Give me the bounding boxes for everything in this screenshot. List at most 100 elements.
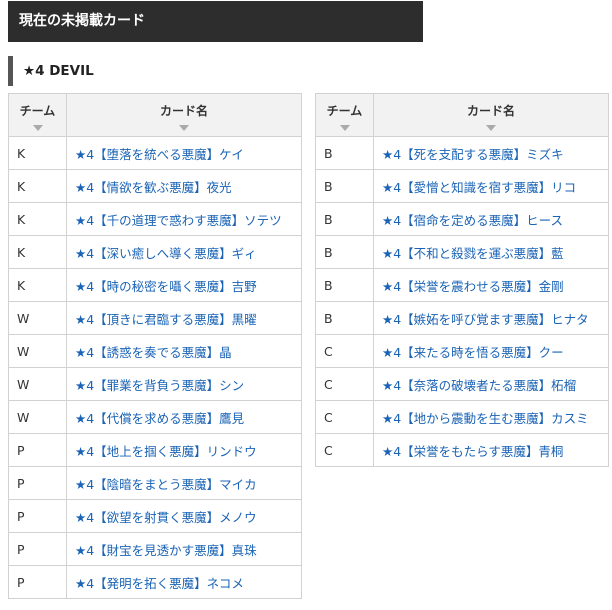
card-name-cell: ★4【不和と殺戮を運ぶ悪魔】藍	[373, 235, 609, 269]
team-cell: K	[8, 202, 67, 236]
card-link[interactable]: ★4【発明を拓く悪魔】ネコメ	[75, 576, 244, 591]
team-cell: C	[315, 400, 374, 434]
table-row: P ★4【欲望を射貫く悪魔】メノウ	[8, 499, 302, 533]
team-cell: K	[8, 136, 67, 170]
card-link[interactable]: ★4【時の秘密を囁く悪魔】吉野	[75, 279, 257, 294]
card-name-cell: ★4【栄誉を震わせる悪魔】金剛	[373, 268, 609, 302]
table-header-row: チーム カード名	[315, 93, 609, 137]
card-link[interactable]: ★4【来たる時を悟る悪魔】クー	[382, 345, 564, 360]
sort-arrow-down-icon[interactable]	[486, 125, 496, 131]
team-cell: P	[8, 433, 67, 467]
team-cell: W	[8, 334, 67, 368]
table-row: B ★4【愛憎と知識を宿す悪魔】リコ	[315, 169, 609, 203]
section-heading: ★4 DEVIL	[8, 56, 94, 86]
sort-arrow-down-icon[interactable]	[32, 125, 43, 131]
sort-arrow-down-icon[interactable]	[179, 125, 189, 131]
table-row: B ★4【嫉妬を呼び覚ます悪魔】ヒナタ	[315, 301, 609, 335]
card-link[interactable]: ★4【財宝を見透かす悪魔】真珠	[75, 543, 257, 558]
card-name-cell: ★4【地上を掴く悪魔】リンドウ	[66, 433, 302, 467]
card-table-left: チーム カード名 K ★4【堕落を統べる悪魔】ケイ K ★4【情欲を歓ぶ悪魔】夜光 K ★…	[8, 93, 302, 599]
table-row: K ★4【情欲を歓ぶ悪魔】夜光	[8, 169, 302, 203]
table-row: W ★4【頂きに君臨する悪魔】黒曜	[8, 301, 302, 335]
team-cell: P	[8, 499, 67, 533]
table-row: P ★4【地上を掴く悪魔】リンドウ	[8, 433, 302, 467]
card-link[interactable]: ★4【欲望を射貫く悪魔】メノウ	[75, 510, 257, 525]
card-link[interactable]: ★4【不和と殺戮を運ぶ悪魔】藍	[382, 246, 564, 261]
card-name-cell: ★4【時の秘密を囁く悪魔】吉野	[66, 268, 302, 302]
card-link[interactable]: ★4【深い癒しへ導く悪魔】ギィ	[75, 246, 257, 261]
team-cell: W	[8, 400, 67, 434]
team-cell: P	[8, 565, 67, 599]
card-link[interactable]: ★4【死を支配する悪魔】ミズキ	[382, 147, 564, 162]
team-column-header[interactable]: チーム	[315, 93, 374, 137]
team-cell: B	[315, 235, 374, 269]
team-column-header[interactable]: チーム	[8, 93, 67, 137]
table-row: W ★4【誘惑を奏でる悪魔】晶	[8, 334, 302, 368]
table-row: B ★4【不和と殺戮を運ぶ悪魔】藍	[315, 235, 609, 269]
team-cell: B	[315, 136, 374, 170]
card-name-cell: ★4【頂きに君臨する悪魔】黒曜	[66, 301, 302, 335]
table-row: P ★4【発明を拓く悪魔】ネコメ	[8, 565, 302, 599]
card-name-column-label: カード名	[159, 104, 208, 118]
card-link[interactable]: ★4【栄誉を震わせる悪魔】金剛	[382, 279, 564, 294]
card-name-cell: ★4【発明を拓く悪魔】ネコメ	[66, 565, 302, 599]
table-row: W ★4【罪業を背負う悪魔】シン	[8, 367, 302, 401]
card-link[interactable]: ★4【千の道理で惑わす悪魔】ソテツ	[75, 213, 282, 228]
card-link[interactable]: ★4【地から震動を生む悪魔】カスミ	[382, 411, 589, 426]
team-cell: P	[8, 466, 67, 500]
team-column-label: チーム	[19, 104, 56, 118]
table-header-row: チーム カード名	[8, 93, 302, 137]
card-link[interactable]: ★4【情欲を歓ぶ悪魔】夜光	[75, 180, 232, 195]
card-link[interactable]: ★4【頂きに君臨する悪魔】黒曜	[75, 312, 257, 327]
card-name-cell: ★4【来たる時を悟る悪魔】クー	[373, 334, 609, 368]
card-table-left-body: K ★4【堕落を統べる悪魔】ケイ K ★4【情欲を歓ぶ悪魔】夜光 K ★4【千の道理で惑わ…	[8, 136, 302, 599]
team-cell: B	[315, 169, 374, 203]
card-link[interactable]: ★4【罪業を背負う悪魔】シン	[75, 378, 244, 393]
table-row: W ★4【代償を求める悪魔】鷹見	[8, 400, 302, 434]
card-name-cell: ★4【栄誉をもたらす悪魔】青桐	[373, 433, 609, 467]
team-cell: K	[8, 235, 67, 269]
card-link[interactable]: ★4【陰暗をまとう悪魔】マイカ	[75, 477, 257, 492]
card-name-cell: ★4【堕落を統べる悪魔】ケイ	[66, 136, 302, 170]
card-link[interactable]: ★4【宿命を定める悪魔】ヒース	[382, 213, 563, 228]
table-row: K ★4【時の秘密を囁く悪魔】吉野	[8, 268, 302, 302]
card-name-cell: ★4【罪業を背負う悪魔】シン	[66, 367, 302, 401]
card-link[interactable]: ★4【愛憎と知識を宿す悪魔】リコ	[382, 180, 576, 195]
card-name-column-header[interactable]: カード名	[66, 93, 302, 137]
table-row: C ★4【地から震動を生む悪魔】カスミ	[315, 400, 609, 434]
team-cell: C	[315, 334, 374, 368]
table-row: C ★4【来たる時を悟る悪魔】クー	[315, 334, 609, 368]
table-row: C ★4【奈落の破壊者たる悪魔】柘榴	[315, 367, 609, 401]
card-name-column-label: カード名	[466, 104, 515, 118]
page-title: 現在の未掲載カード	[8, 1, 423, 42]
card-link[interactable]: ★4【地上を掴く悪魔】リンドウ	[75, 444, 257, 459]
table-row: P ★4【陰暗をまとう悪魔】マイカ	[8, 466, 302, 500]
table-row: B ★4【宿命を定める悪魔】ヒース	[315, 202, 609, 236]
card-link[interactable]: ★4【奈落の破壊者たる悪魔】柘榴	[382, 378, 576, 393]
card-link[interactable]: ★4【栄誉をもたらす悪魔】青桐	[382, 444, 563, 459]
team-cell: B	[315, 301, 374, 335]
card-name-cell: ★4【欲望を射貫く悪魔】メノウ	[66, 499, 302, 533]
card-name-cell: ★4【千の道理で惑わす悪魔】ソテツ	[66, 202, 302, 236]
card-name-cell: ★4【宿命を定める悪魔】ヒース	[373, 202, 609, 236]
table-row: C ★4【栄誉をもたらす悪魔】青桐	[315, 433, 609, 467]
team-cell: B	[315, 268, 374, 302]
table-row: K ★4【深い癒しへ導く悪魔】ギィ	[8, 235, 302, 269]
team-column-label: チーム	[326, 104, 363, 118]
card-link[interactable]: ★4【誘惑を奏でる悪魔】晶	[75, 345, 232, 360]
card-name-cell: ★4【財宝を見透かす悪魔】真珠	[66, 532, 302, 566]
card-name-cell: ★4【奈落の破壊者たる悪魔】柘榴	[373, 367, 609, 401]
card-link[interactable]: ★4【嫉妬を呼び覚ます悪魔】ヒナタ	[382, 312, 589, 327]
team-cell: B	[315, 202, 374, 236]
card-name-cell: ★4【情欲を歓ぶ悪魔】夜光	[66, 169, 302, 203]
card-name-cell: ★4【代償を求める悪魔】鷹見	[66, 400, 302, 434]
team-cell: P	[8, 532, 67, 566]
table-row: P ★4【財宝を見透かす悪魔】真珠	[8, 532, 302, 566]
card-name-column-header[interactable]: カード名	[373, 93, 609, 137]
card-name-cell: ★4【愛憎と知識を宿す悪魔】リコ	[373, 169, 609, 203]
card-link[interactable]: ★4【代償を求める悪魔】鷹見	[75, 411, 244, 426]
card-name-cell: ★4【陰暗をまとう悪魔】マイカ	[66, 466, 302, 500]
card-link[interactable]: ★4【堕落を統べる悪魔】ケイ	[75, 147, 244, 162]
card-name-cell: ★4【死を支配する悪魔】ミズキ	[373, 136, 609, 170]
sort-arrow-down-icon[interactable]	[339, 125, 350, 131]
